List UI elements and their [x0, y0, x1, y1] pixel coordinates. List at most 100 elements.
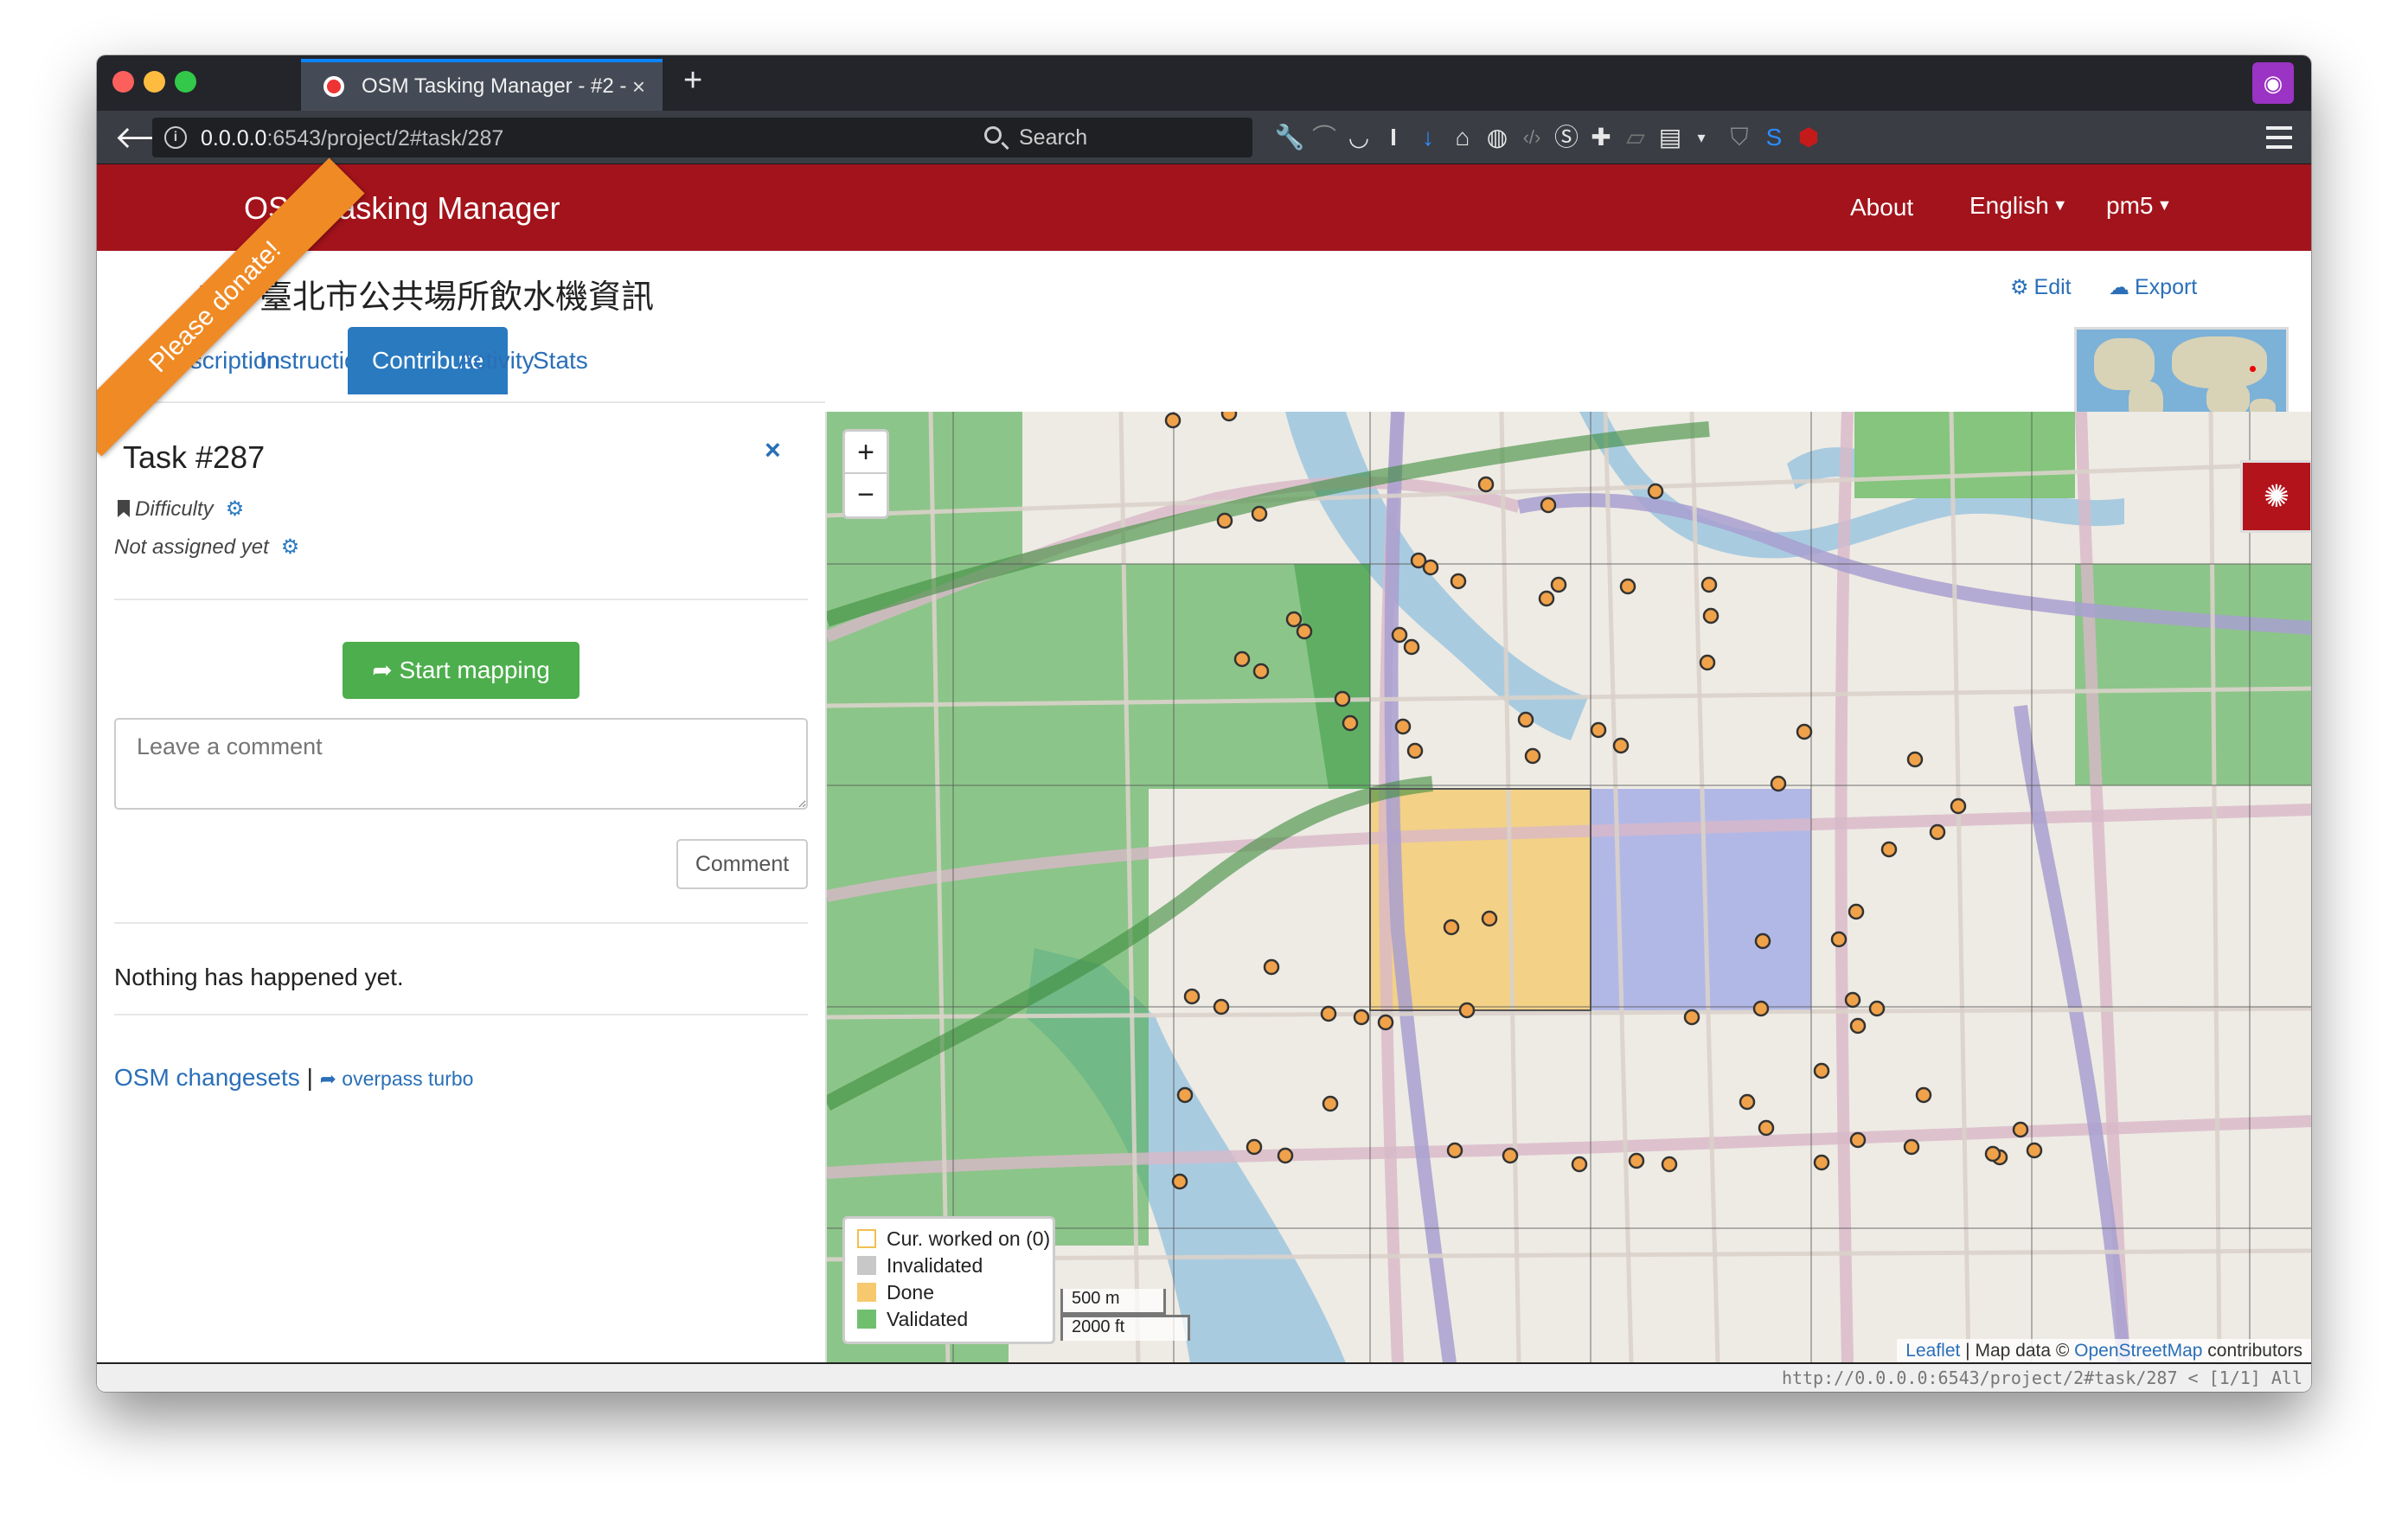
browser-tab[interactable]: OSM Tasking Manager - #2 - ×	[301, 59, 663, 111]
poi-marker[interactable]	[1220, 412, 1238, 422]
poi-marker[interactable]	[1443, 919, 1460, 936]
osm-changesets-link[interactable]: OSM changesets	[114, 1064, 300, 1091]
language-dropdown[interactable]: English ▼	[1969, 192, 2068, 220]
poi-marker[interactable]	[1550, 576, 1567, 593]
ublock-icon[interactable]: ⬢	[1792, 121, 1825, 154]
poi-marker[interactable]	[1213, 998, 1230, 1015]
rss-icon[interactable]: ⌒	[1308, 121, 1341, 154]
poi-marker[interactable]	[1813, 1154, 1830, 1171]
poi-marker[interactable]	[1164, 412, 1182, 429]
poi-marker[interactable]	[1752, 1000, 1770, 1017]
poi-marker[interactable]	[1796, 723, 1813, 740]
poi-marker[interactable]	[1502, 1147, 1519, 1164]
poi-marker[interactable]	[1868, 1000, 1886, 1017]
poi-marker[interactable]	[1540, 496, 1557, 514]
poi-marker[interactable]	[1394, 718, 1412, 735]
poi-marker[interactable]	[1590, 721, 1607, 739]
window-maximize-button[interactable]	[175, 71, 196, 93]
poi-marker[interactable]	[1176, 1086, 1194, 1104]
poi-marker[interactable]	[2012, 1121, 2029, 1138]
poi-marker[interactable]	[1246, 1138, 1263, 1156]
poi-marker[interactable]	[1849, 1017, 1867, 1035]
poi-marker[interactable]	[1849, 1131, 1867, 1149]
poi-marker[interactable]	[1422, 559, 1439, 576]
poi-marker[interactable]	[1285, 611, 1303, 628]
wrench-icon[interactable]: 🔧	[1273, 121, 1306, 154]
poi-marker[interactable]	[1171, 1173, 1188, 1190]
poi-marker[interactable]	[1619, 578, 1636, 595]
export-link[interactable]: ☁ Export	[2109, 275, 2197, 300]
new-tab-button[interactable]: +	[683, 62, 702, 99]
private-mask-icon[interactable]: ◉	[2252, 62, 2294, 104]
page-icon[interactable]: ▤	[1654, 121, 1687, 154]
poi-marker[interactable]	[1216, 512, 1233, 529]
tab-close-button[interactable]: ×	[632, 62, 645, 111]
poi-marker[interactable]	[1481, 910, 1498, 927]
poi-marker[interactable]	[1702, 607, 1720, 625]
poi-marker[interactable]	[1320, 1005, 1337, 1022]
poi-marker[interactable]	[1770, 775, 1787, 792]
url-bar[interactable]: i 0.0.0.0:6543/project/2#task/287 ↻	[152, 118, 1017, 157]
comment-button[interactable]: Comment	[676, 839, 808, 889]
poi-marker[interactable]	[1524, 747, 1541, 765]
poi-marker[interactable]	[1342, 714, 1359, 732]
window-close-button[interactable]	[112, 71, 134, 93]
zoom-out-button[interactable]: −	[845, 474, 887, 516]
shield-icon[interactable]: ⛉	[1723, 121, 1756, 154]
comment-input[interactable]	[114, 718, 808, 810]
poi-marker[interactable]	[1538, 590, 1555, 607]
poi-marker[interactable]	[1929, 823, 1946, 841]
window-minimize-button[interactable]	[144, 71, 165, 93]
poi-marker[interactable]	[1700, 576, 1718, 593]
poi-marker[interactable]	[1296, 623, 1313, 640]
instapaper-icon[interactable]: I	[1377, 121, 1410, 154]
code-icon[interactable]: ‹/›	[1515, 121, 1548, 154]
poi-marker[interactable]	[1758, 1119, 1775, 1137]
poi-marker[interactable]	[1353, 1009, 1370, 1026]
gear-icon[interactable]: ⚙	[281, 535, 300, 559]
poi-marker[interactable]	[1754, 932, 1771, 950]
edit-link[interactable]: ⚙ Edit	[2010, 275, 2072, 300]
poi-marker[interactable]	[1903, 1138, 1920, 1156]
poi-marker[interactable]	[1477, 476, 1495, 493]
user-dropdown[interactable]: pm5 ▼	[2106, 192, 2172, 220]
poi-marker[interactable]	[1403, 638, 1420, 656]
plus-cross-icon[interactable]: ✚	[1585, 121, 1617, 154]
poi-marker[interactable]	[1844, 991, 1861, 1009]
poi-marker[interactable]	[1252, 663, 1270, 680]
start-mapping-button[interactable]: ➦ Start mapping	[343, 642, 580, 699]
poi-marker[interactable]	[1251, 505, 1268, 522]
gear-icon[interactable]: ⚙	[226, 497, 245, 521]
poi-marker[interactable]	[1377, 1014, 1394, 1031]
poi-marker[interactable]	[1739, 1093, 1756, 1111]
poi-marker[interactable]	[1406, 742, 1424, 759]
poi-marker[interactable]	[1612, 737, 1630, 754]
task-map[interactable]: + − ✺ Cur. worked on (0) Invalidated Don…	[825, 412, 2311, 1363]
pen-icon[interactable]: ▱	[1619, 121, 1652, 154]
skype-icon[interactable]: S	[1758, 121, 1790, 154]
poi-marker[interactable]	[1984, 1145, 2001, 1163]
poi-marker[interactable]	[1848, 903, 1865, 920]
poi-marker[interactable]	[1647, 483, 1664, 500]
poi-marker[interactable]	[1334, 690, 1351, 708]
info-icon[interactable]: i	[164, 126, 187, 149]
tab-activity[interactable]: Activity	[458, 327, 535, 394]
poi-marker[interactable]	[1661, 1156, 1678, 1173]
cluster-icon[interactable]: ✺	[2240, 460, 2311, 533]
poi-marker[interactable]	[1880, 841, 1898, 858]
pocket-icon[interactable]: ◡	[1342, 121, 1375, 154]
close-icon[interactable]: ×	[765, 434, 781, 466]
home-icon[interactable]: ⌂	[1446, 121, 1479, 154]
overflow-arrow-icon[interactable]: ▾	[1685, 121, 1718, 154]
hamburger-menu-icon[interactable]	[2266, 126, 2292, 149]
download-icon[interactable]: ↓	[1412, 121, 1444, 154]
poi-marker[interactable]	[1571, 1156, 1588, 1173]
poi-marker[interactable]	[1517, 711, 1534, 728]
poi-marker[interactable]	[1183, 988, 1201, 1005]
tab-stats[interactable]: Stats	[533, 327, 588, 394]
poi-marker[interactable]	[1699, 654, 1716, 671]
poi-marker[interactable]	[1458, 1002, 1476, 1019]
poi-marker[interactable]	[1830, 931, 1848, 948]
poi-marker[interactable]	[1277, 1147, 1294, 1164]
poi-marker[interactable]	[2026, 1142, 2043, 1159]
